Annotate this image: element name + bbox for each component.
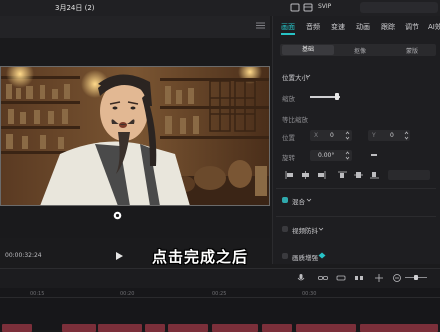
timeline-clip[interactable]	[62, 324, 96, 332]
layout-icon[interactable]	[303, 3, 313, 12]
video-frame-border	[0, 66, 270, 206]
menu-icon[interactable]	[256, 22, 265, 29]
subtitle-caption: 点击完成之后	[152, 248, 249, 266]
timeline-clip[interactable]	[168, 324, 208, 332]
stabilize-label: 视频防抖	[292, 227, 318, 235]
stepper-icon[interactable]	[404, 131, 409, 140]
timeline-clip[interactable]	[212, 324, 258, 332]
divider	[276, 216, 436, 217]
flip-icon[interactable]	[370, 151, 378, 159]
stabilize-checkbox[interactable]	[282, 226, 288, 232]
align-middle-icon[interactable]	[353, 170, 364, 180]
play-icon[interactable]	[114, 251, 124, 261]
uniform-scale-label: 等比缩放	[282, 116, 308, 124]
align-left-icon[interactable]	[284, 170, 295, 180]
chevron-down-icon[interactable]	[318, 226, 324, 232]
vip-badge[interactable]: SVIP	[318, 3, 331, 10]
diamond-icon	[318, 252, 326, 259]
enhance-checkbox[interactable]	[282, 253, 288, 259]
microphone-icon[interactable]	[296, 273, 306, 283]
tab-audio[interactable]: 音频	[306, 22, 320, 32]
tab-adjust[interactable]: 调节	[405, 22, 419, 32]
stepper-icon[interactable]	[345, 131, 350, 140]
align-top-icon[interactable]	[337, 170, 348, 180]
align-bottom-icon[interactable]	[369, 170, 380, 180]
scale-slider-handle[interactable]	[335, 93, 339, 100]
active-tab-indicator	[281, 33, 295, 35]
keyframe-icon[interactable]	[113, 211, 122, 220]
zoom-slider-handle[interactable]	[414, 275, 418, 280]
export-group[interactable]	[360, 2, 438, 13]
tab-picture[interactable]: 画面	[281, 22, 295, 32]
snap-icon[interactable]	[336, 273, 346, 283]
player-header	[0, 16, 270, 39]
timeline-clip[interactable]	[296, 324, 356, 332]
subtab-mask[interactable]: 蒙版	[386, 46, 438, 55]
divider	[276, 188, 436, 189]
blend-label: 混合	[292, 198, 305, 206]
blend-checkbox[interactable]	[282, 197, 288, 203]
align-right-icon[interactable]	[316, 170, 327, 180]
ruler-line	[0, 297, 440, 298]
timeline-clip[interactable]	[145, 324, 165, 332]
timecode: 00:00:32:24	[5, 252, 42, 259]
distribute-buttons[interactable]	[388, 170, 430, 180]
timeline-clip[interactable]	[98, 324, 142, 332]
user-icon[interactable]	[290, 3, 300, 12]
split-icon[interactable]	[354, 273, 364, 283]
chevron-down-icon[interactable]	[306, 197, 312, 203]
stepper-icon[interactable]	[345, 151, 350, 160]
chevron-down-icon[interactable]	[305, 73, 311, 79]
rotation-label: 旋转	[282, 154, 295, 162]
tab-speed[interactable]: 变速	[331, 22, 345, 32]
link-icon[interactable]	[318, 273, 328, 283]
position-label: 位置	[282, 134, 295, 142]
timeline-clip[interactable]	[2, 324, 32, 332]
timeline-clip[interactable]	[262, 324, 292, 332]
subtab-cutout[interactable]: 抠像	[334, 46, 386, 55]
timeline-clip[interactable]	[360, 324, 438, 332]
align-center-h-icon[interactable]	[300, 170, 311, 180]
preview-axis-icon[interactable]	[374, 273, 384, 283]
subtab-basic[interactable]: 基础	[282, 45, 334, 55]
project-title: 3月24日 (2)	[55, 4, 95, 12]
tab-animation[interactable]: 动画	[356, 22, 370, 32]
zoom-out-icon[interactable]	[392, 273, 402, 283]
tab-ai-effects[interactable]: AI效	[428, 22, 440, 32]
tab-tracking[interactable]: 跟踪	[381, 22, 395, 32]
enhance-label: 画质增强	[292, 254, 318, 262]
scale-label: 缩放	[282, 95, 295, 103]
